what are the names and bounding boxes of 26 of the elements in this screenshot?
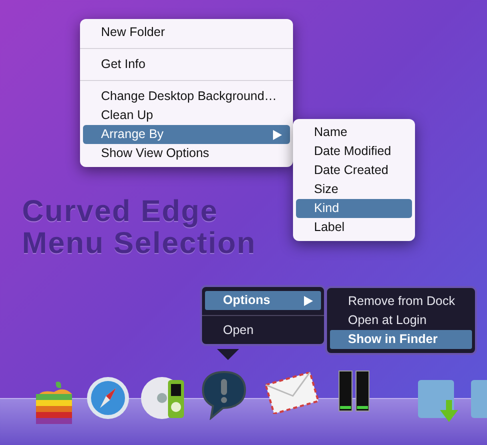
speech-bubble-icon[interactable]	[201, 370, 247, 420]
submenu-arrow-icon	[304, 296, 313, 306]
menu-item[interactable]: Options	[205, 291, 321, 310]
menu-item[interactable]: Label	[296, 218, 412, 237]
menu-pointer-icon	[217, 349, 239, 361]
menu-item[interactable]: Name	[296, 123, 412, 142]
compass-icon[interactable]	[86, 376, 130, 420]
pause-icon[interactable]	[338, 370, 370, 412]
menu-item[interactable]: Size	[296, 180, 412, 199]
menu-item[interactable]: Show in Finder	[330, 330, 472, 349]
menu-item[interactable]: Show View Options	[83, 144, 290, 163]
menu-item[interactable]: Open	[205, 321, 321, 340]
menu-item[interactable]: Arrange By	[83, 125, 290, 144]
menu-item[interactable]: Kind	[296, 199, 412, 218]
menu-item[interactable]: Clean Up	[83, 106, 290, 125]
headline-text: Curved Edge	[22, 196, 220, 228]
submenu-arrow-icon	[273, 130, 282, 140]
menu-item[interactable]: Change Desktop Background…	[83, 87, 290, 106]
rainbow-apple-icon[interactable]	[34, 380, 74, 426]
menu-item[interactable]: Get Info	[83, 55, 290, 74]
headline-text: Menu Selection	[22, 228, 256, 260]
menu-item[interactable]: New Folder	[83, 23, 290, 42]
menu-item[interactable]: Date Modified	[296, 142, 412, 161]
menu-item[interactable]: Remove from Dock	[330, 292, 472, 311]
menu-item[interactable]: Open at Login	[330, 311, 472, 330]
menu-item[interactable]: Date Created	[296, 161, 412, 180]
